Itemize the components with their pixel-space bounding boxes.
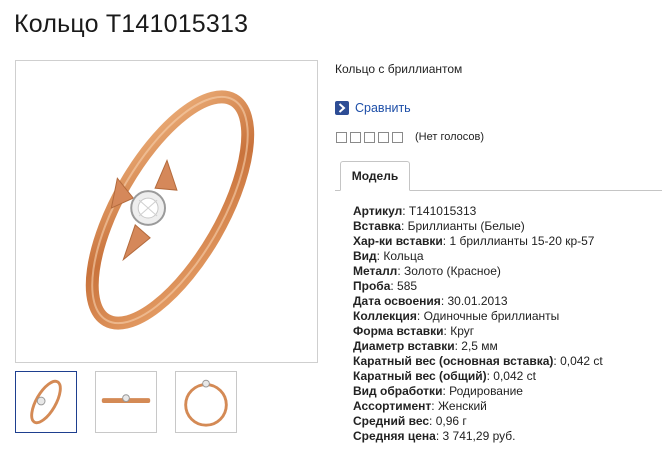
property-value: 2,5 мм [461, 339, 498, 353]
property-value: 0,042 ct [493, 369, 536, 383]
thumbnail-top[interactable] [175, 371, 237, 433]
product-main-image[interactable] [15, 60, 318, 363]
property-value: 0,96 г [435, 414, 467, 428]
thumbnail-front[interactable] [15, 371, 77, 433]
property-label: Средний вес [353, 414, 430, 428]
property-row: Каратный вес (общий): 0,042 ct [353, 369, 536, 383]
property-value: Т141015313 [408, 204, 477, 218]
ring-front-image [85, 90, 255, 330]
property-value: 585 [397, 279, 418, 293]
property-row: Ассортимент: Женский [353, 399, 487, 413]
property-label: Дата освоения [353, 294, 441, 308]
rating-star-3[interactable] [364, 131, 375, 143]
property-label: Хар-ки вставки [353, 234, 443, 248]
product-subtitle: Кольцо с бриллиантом [335, 62, 463, 76]
property-value: 0,042 ct [560, 354, 603, 368]
thumbnail-side[interactable] [95, 371, 157, 433]
rating-widget: (Нет голосов) [336, 131, 484, 143]
property-value: Женский [437, 399, 487, 413]
property-label: Каратный вес (основная вставка) [353, 354, 554, 368]
property-row: Вид обработки: Родирование [353, 384, 523, 398]
property-value: Бриллианты (Белые) [407, 219, 525, 233]
property-row: Артикул: Т141015313 [353, 204, 477, 218]
ring-thumb-front-image [30, 379, 62, 425]
property-row: Средняя цена: 3 741,29 руб. [353, 429, 516, 443]
property-value: Золото (Красное) [403, 264, 501, 278]
rating-star-5[interactable] [392, 131, 403, 143]
property-row: Металл: Золото (Красное) [353, 264, 501, 278]
property-label: Вид [353, 249, 377, 263]
ring-thumb-top-image [184, 379, 228, 427]
property-value: Родирование [449, 384, 523, 398]
property-row: Вид: Кольца [353, 249, 424, 263]
property-row: Средний вес: 0,96 г [353, 414, 467, 428]
property-value: Круг [450, 324, 475, 338]
property-row: Хар-ки вставки: 1 бриллианты 15-20 кр-57 [353, 234, 595, 248]
chevron-right-icon [335, 101, 349, 115]
property-row: Вставка: Бриллианты (Белые) [353, 219, 525, 233]
properties-list: Артикул: Т141015313 Вставка: Бриллианты … [353, 204, 603, 444]
rating-star-4[interactable] [378, 131, 389, 143]
property-label: Форма вставки [353, 324, 444, 338]
property-label: Средняя цена [353, 429, 436, 443]
tab-model[interactable]: Модель [340, 161, 410, 191]
property-label: Вид обработки [353, 384, 443, 398]
property-label: Артикул [353, 204, 403, 218]
property-value: 1 бриллианты 15-20 кр-57 [449, 234, 595, 248]
property-value: Кольца [383, 249, 424, 263]
rating-star-1[interactable] [336, 131, 347, 143]
ring-thumb-side-image [101, 394, 151, 403]
property-label: Вставка [353, 219, 401, 233]
property-row: Коллекция: Одиночные бриллианты [353, 309, 560, 323]
page-title: Кольцо Т141015313 [14, 10, 249, 38]
property-row: Форма вставки: Круг [353, 324, 475, 338]
property-row: Диаметр вставки: 2,5 мм [353, 339, 498, 353]
compare-label: Сравнить [355, 101, 411, 115]
compare-link[interactable]: Сравнить [335, 100, 411, 116]
property-label: Диаметр вставки [353, 339, 455, 353]
property-value: Одиночные бриллианты [423, 309, 560, 323]
property-value: 30.01.2013 [447, 294, 508, 308]
property-label: Каратный вес (общий) [353, 369, 487, 383]
rating-star-2[interactable] [350, 131, 361, 143]
property-row: Дата освоения: 30.01.2013 [353, 294, 508, 308]
votes-text: (Нет голосов) [415, 131, 485, 143]
property-row: Проба: 585 [353, 279, 418, 293]
property-label: Проба [353, 279, 391, 293]
property-label: Ассортимент [353, 399, 432, 413]
property-row: Каратный вес (основная вставка): 0,042 c… [353, 354, 603, 368]
property-label: Коллекция [353, 309, 417, 323]
property-value: 3 741,29 руб. [442, 429, 516, 443]
property-label: Металл [353, 264, 398, 278]
